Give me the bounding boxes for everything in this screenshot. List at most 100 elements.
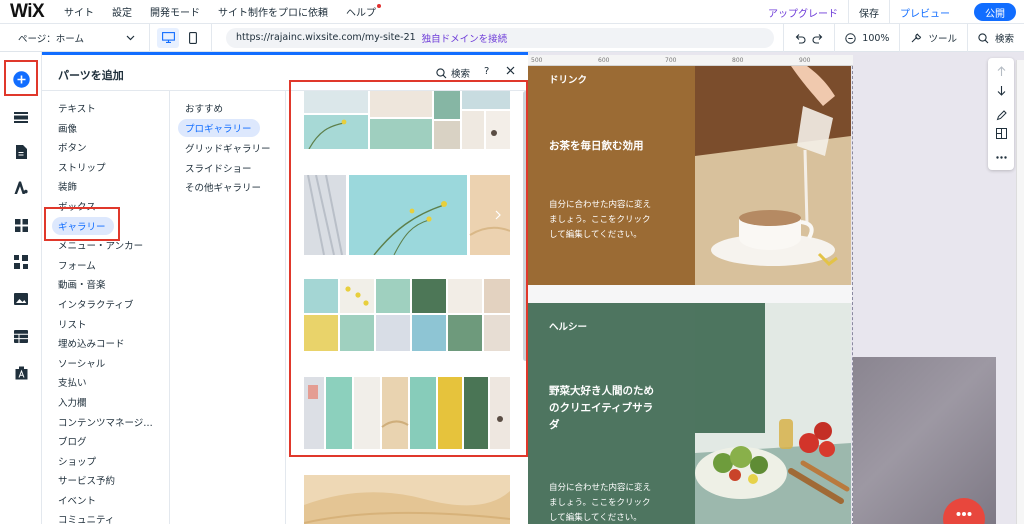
gallery-preview-grid[interactable] [304, 279, 510, 351]
drink-section[interactable]: ドリンク お茶を毎日飲む効用 自分に合わせた内容に変え ましょう。ここをクリック… [528, 66, 695, 285]
strip-icon[interactable] [11, 107, 31, 127]
category-shop[interactable]: ショップ [58, 454, 96, 468]
category-blog[interactable]: ブログ [58, 434, 87, 448]
menu-dev-mode[interactable]: 開発モード [150, 4, 200, 19]
site-url: https://rajainc.wixsite.com/my-site-21 [236, 32, 416, 43]
gallery-previews [286, 91, 528, 524]
menu-settings[interactable]: 設定 [112, 4, 132, 19]
apps-icon[interactable] [11, 215, 31, 235]
connect-domain-link[interactable]: 独自ドメインを接続 [422, 31, 508, 45]
subcategory-featured[interactable]: おすすめ [185, 101, 223, 115]
page-selector-label: ページ：ホーム [18, 33, 85, 45]
gallery-preview-desert[interactable] [304, 475, 510, 524]
more-icon[interactable] [994, 150, 1008, 164]
preview-button[interactable]: プレビュー [889, 0, 960, 24]
publish-button[interactable]: 公開 [974, 3, 1016, 21]
gallery-preview-slider[interactable] [304, 175, 510, 255]
category-events[interactable]: イベント [58, 493, 96, 507]
menu-help[interactable]: ヘルプ [346, 4, 381, 19]
drink-title[interactable]: お茶を毎日飲む効用 [549, 138, 644, 155]
drink-label[interactable]: ドリンク [549, 72, 587, 86]
gallery-preview-collage[interactable] [304, 91, 510, 149]
panel-search-button[interactable]: 検索 [436, 66, 470, 80]
pen-icon[interactable] [994, 108, 1008, 122]
category-bookings[interactable]: サービス予約 [58, 473, 115, 487]
add-elements-panel: パーツを追加 検索 ? テキスト 画像 ボタン ストリップ 装飾 ボックス ギャ… [42, 55, 528, 524]
search-icon [436, 67, 447, 78]
category-button[interactable]: ボタン [58, 140, 87, 154]
close-icon[interactable] [506, 65, 515, 78]
gray-background-image[interactable] [853, 357, 996, 524]
category-menu-anchor[interactable]: メニュー・アンカー [58, 238, 143, 252]
page-icon[interactable] [11, 142, 31, 162]
desktop-icon[interactable] [157, 27, 180, 48]
healthy-label[interactable]: ヘルシー [549, 319, 587, 333]
element-toolbar [988, 58, 1014, 170]
category-embed[interactable]: 埋め込みコード [58, 336, 125, 350]
category-input[interactable]: 入力欄 [58, 395, 87, 409]
save-button[interactable]: 保存 [848, 0, 889, 24]
editor-toolbar: ページ：ホーム https://rajainc.wixsite.com/my-s… [0, 23, 1024, 52]
site-url-bar[interactable]: https://rajainc.wixsite.com/my-site-21 独… [226, 27, 774, 48]
healthy-title-line: のクリエイティブサラ [549, 402, 654, 414]
salad-image[interactable] [695, 303, 851, 524]
healthy-title-line: ダ [549, 419, 560, 431]
ruler-mark: 900 [799, 57, 811, 64]
gallery-preview-strip[interactable] [304, 377, 510, 449]
theme-icon[interactable] [11, 178, 31, 198]
tools-label: ツール [928, 34, 957, 45]
undo-icon[interactable] [794, 33, 806, 44]
top-bar: WiX サイト 設定 開発モード サイト制作をプロに依頼 ヘルプ アップグレード… [0, 0, 1024, 24]
help-button[interactable]: ? [484, 66, 489, 77]
page-selector[interactable]: ページ：ホーム [0, 23, 150, 52]
subcategory-list: おすすめ プロギャラリー グリッドギャラリー スライドショー その他ギャラリー [170, 91, 286, 524]
category-community[interactable]: コミュニティ [58, 512, 114, 524]
table-icon[interactable] [11, 326, 31, 346]
healthy-section[interactable]: ヘルシー 野菜大好き人間のため のクリエイティブサラ ダ 自分に合わせた内容に変… [528, 303, 695, 524]
subcategory-other-gallery[interactable]: その他ギャラリー [185, 180, 261, 194]
upgrade-link[interactable]: アップグレード [758, 0, 848, 24]
mobile-icon[interactable] [182, 28, 204, 48]
menu-hire-pro[interactable]: サイト制作をプロに依頼 [218, 4, 328, 19]
chevron-down-icon [126, 35, 135, 40]
subcategory-grid-gallery[interactable]: グリッドギャラリー [185, 141, 271, 155]
notification-dot [377, 4, 381, 8]
font-icon[interactable] [11, 363, 31, 383]
ruler-mark: 600 [598, 57, 610, 64]
panel-search-label: 検索 [451, 69, 471, 80]
puzzle-icon[interactable] [11, 252, 31, 272]
category-payments[interactable]: 支払い [58, 375, 87, 389]
category-text[interactable]: テキスト [58, 101, 96, 115]
editor-search[interactable]: 検索 [966, 24, 1024, 52]
layout-icon[interactable] [994, 126, 1008, 140]
category-decor[interactable]: 装飾 [58, 179, 77, 193]
healthy-body[interactable]: 自分に合わせた内容に変え ましょう。ここをクリック して編集してください。 [549, 481, 651, 524]
ruler-mark: 500 [531, 57, 543, 64]
menu-site[interactable]: サイト [64, 4, 94, 19]
arrow-down-icon[interactable] [994, 83, 1008, 97]
category-cms[interactable]: コンテンツマネージ… [58, 415, 153, 429]
category-list[interactable]: リスト [58, 317, 87, 331]
arrow-up-icon[interactable] [994, 64, 1008, 78]
category-image[interactable]: 画像 [58, 121, 77, 135]
tea-image[interactable] [695, 66, 851, 285]
healthy-title[interactable]: 野菜大好き人間のため のクリエイティブサラ ダ [549, 383, 654, 434]
category-gallery[interactable]: ギャラリー [58, 219, 106, 233]
add-icon[interactable] [11, 69, 31, 89]
tools-button[interactable]: ツール [899, 24, 967, 52]
subcategory-slideshow[interactable]: スライドショー [185, 161, 252, 175]
category-interactive[interactable]: インタラクティブ [58, 297, 133, 311]
wix-logo[interactable]: WiX [10, 1, 60, 23]
panel-title: パーツを追加 [58, 69, 124, 82]
category-video-music[interactable]: 動画・音楽 [58, 277, 106, 291]
category-strip[interactable]: ストリップ [58, 160, 106, 174]
redo-icon[interactable] [812, 33, 824, 44]
zoom-control[interactable]: 100% [834, 24, 899, 52]
category-social[interactable]: ソーシャル [58, 356, 105, 370]
category-form[interactable]: フォーム [58, 258, 96, 272]
drink-body[interactable]: 自分に合わせた内容に変え ましょう。ここをクリック して編集してください。 [549, 198, 651, 243]
subcategory-pro-gallery[interactable]: プロギャラリー [185, 121, 252, 135]
healthy-body-line: して編集してください。 [549, 513, 642, 523]
category-box[interactable]: ボックス [58, 199, 96, 213]
media-icon[interactable] [11, 289, 31, 309]
